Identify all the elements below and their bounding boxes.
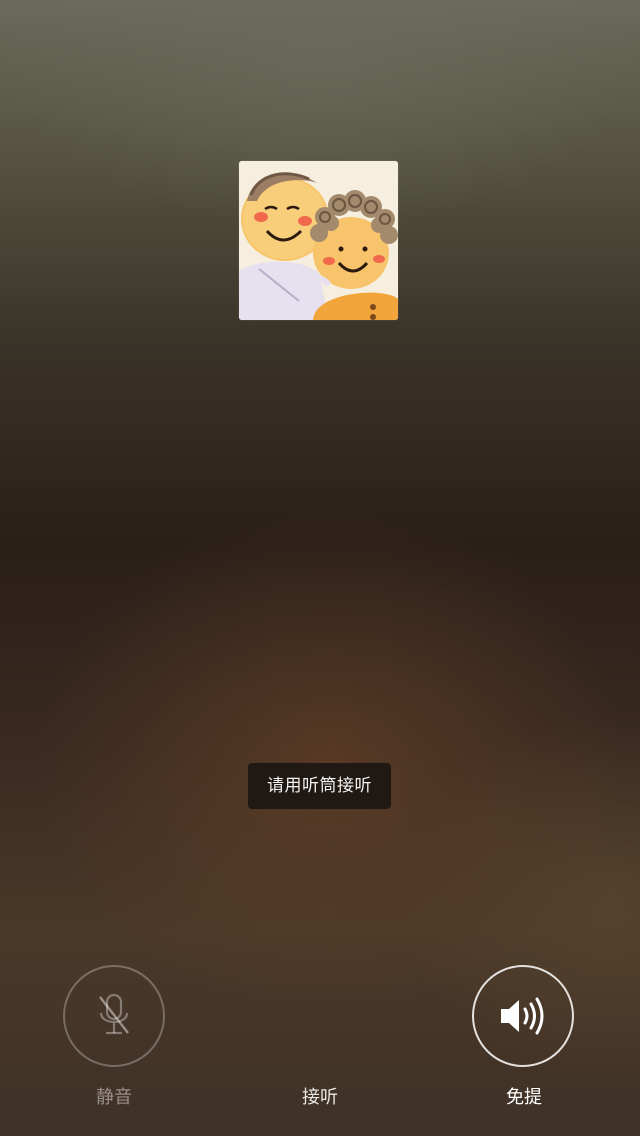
call-screen: 请用听筒接听 静音 接听 免提 <box>0 0 640 1136</box>
mute-button[interactable] <box>63 965 165 1067</box>
mute-label: 静音 <box>96 1087 132 1108</box>
answer-label[interactable]: 接听 <box>270 1086 370 1110</box>
microphone-muted-icon <box>99 993 129 1035</box>
speaker-label: 免提 <box>506 1087 542 1108</box>
speaker-button[interactable] <box>472 965 574 1067</box>
contact-avatar <box>239 161 398 320</box>
answer-hint-toast: 请用听筒接听 <box>248 763 391 809</box>
speaker-icon <box>501 997 544 1035</box>
